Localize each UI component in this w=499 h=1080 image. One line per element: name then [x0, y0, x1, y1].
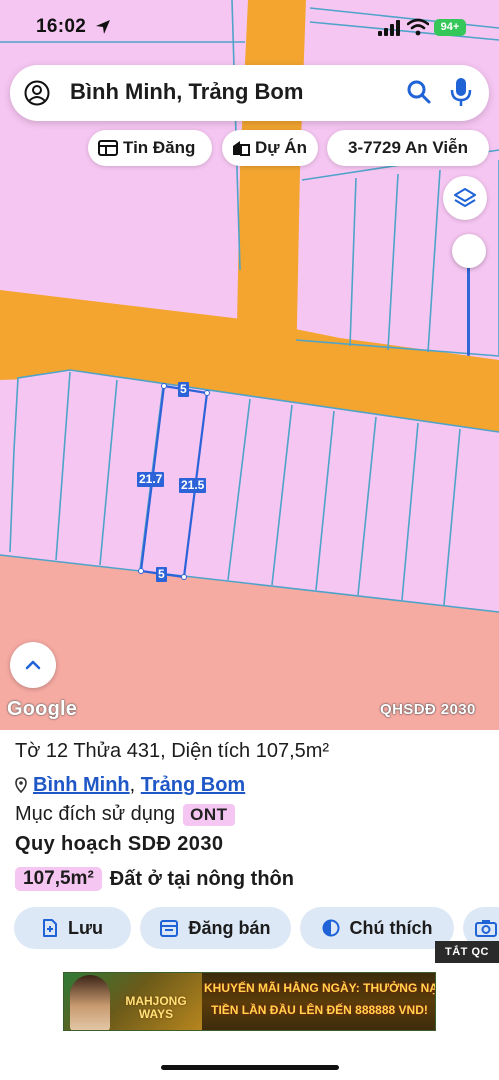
dimension-label-right: 21.5: [179, 478, 207, 493]
commune-link[interactable]: Bình Minh: [33, 774, 130, 796]
chip-listings[interactable]: Tin Đăng: [88, 130, 212, 166]
building-icon: [233, 141, 250, 156]
status-time: 16:02: [36, 16, 87, 37]
post-for-sale-label: Đăng bán: [188, 917, 271, 938]
calendar-icon: [160, 920, 179, 937]
purpose-row: Mục đích sử dụng ONT: [15, 803, 235, 826]
chip-listings-label: Tin Đăng: [123, 138, 196, 157]
road-vertical: [236, 0, 306, 375]
parcel-location: Bình Minh, Trảng Bom: [15, 772, 245, 798]
area-row: 107,5m² Đất ở tại nông thôn: [15, 867, 294, 891]
listing-icon: [98, 140, 118, 156]
post-for-sale-button[interactable]: Đăng bán: [140, 907, 291, 949]
ad-character-image: [70, 975, 110, 1030]
legend-button[interactable]: Chú thích: [300, 907, 454, 949]
ad-subheadline: TIỀN LẦN ĐẦU LÊN ĐẾN 888888 VND!: [211, 1003, 428, 1017]
save-button-label: Lưu: [67, 917, 104, 938]
chip-parcel-code-label: 3-7729 An Viễn: [347, 138, 468, 157]
ad-headline: KHUYẾN MÃI HẰNG NGÀY: THƯỞNG NẠP: [204, 981, 436, 995]
signal-icon: [378, 20, 400, 36]
battery-indicator: 94+: [434, 19, 466, 36]
layers-button[interactable]: [443, 176, 487, 220]
map-view[interactable]: 5 21.7 21.5 5 16:02 94+ Bình Minh, Trảng…: [0, 0, 499, 730]
dimension-label-bottom: 5: [156, 567, 167, 582]
purpose-label: Mục đích sử dụng: [15, 803, 176, 825]
legend-button-label: Chú thích: [349, 917, 433, 938]
google-logo: Google: [7, 698, 78, 720]
land-type-label: Đất ở tại nông thôn: [109, 867, 294, 890]
status-bar: 16:02 94+: [0, 0, 499, 56]
close-ad-button[interactable]: TẮT QC: [435, 941, 499, 963]
search-icon[interactable]: [406, 79, 432, 105]
expand-panel-button[interactable]: [10, 642, 56, 688]
plan-heading: Quy hoạch SDĐ 2030: [15, 833, 224, 855]
location-pin-icon: [15, 777, 27, 793]
location-separator: ,: [129, 773, 136, 796]
contrast-icon: [322, 919, 339, 937]
map-layer-label: QHSDĐ 2030: [380, 701, 476, 718]
wifi-icon: [407, 18, 429, 36]
location-arrow-icon: [96, 20, 110, 34]
profile-icon[interactable]: [24, 80, 50, 106]
camera-icon: [475, 920, 497, 937]
opacity-slider-thumb[interactable]: [452, 234, 486, 268]
area-badge: 107,5m²: [15, 867, 102, 891]
parcel-info-panel: Tờ 12 Thửa 431, Diện tích 107,5m² Bình M…: [0, 730, 499, 1080]
chip-projects[interactable]: Dự Án: [222, 130, 318, 166]
chip-parcel-code[interactable]: 3-7729 An Viễn: [327, 130, 489, 166]
layers-icon: [454, 188, 476, 207]
microphone-icon[interactable]: [450, 77, 472, 107]
search-query-text[interactable]: Bình Minh, Trảng Bom: [70, 79, 303, 105]
district-link[interactable]: Trảng Bom: [141, 774, 245, 796]
search-bar[interactable]: Bình Minh, Trảng Bom: [10, 65, 489, 121]
chevron-up-icon: [25, 660, 41, 670]
save-icon: [42, 919, 57, 937]
dimension-label-top: 5: [178, 382, 189, 397]
parcel-title: Tờ 12 Thửa 431, Diện tích 107,5m²: [15, 740, 330, 762]
ad-banner[interactable]: MAHJONG WAYS KHUYẾN MÃI HẰNG NGÀY: THƯỞN…: [63, 972, 436, 1031]
ad-game-title: MAHJONG WAYS: [125, 994, 187, 1021]
home-indicator[interactable]: [161, 1065, 339, 1070]
chip-projects-label: Dự Án: [255, 138, 307, 157]
purpose-code-badge: ONT: [183, 803, 235, 826]
dimension-label-left: 21.7: [137, 472, 165, 487]
save-button[interactable]: Lưu: [14, 907, 131, 949]
